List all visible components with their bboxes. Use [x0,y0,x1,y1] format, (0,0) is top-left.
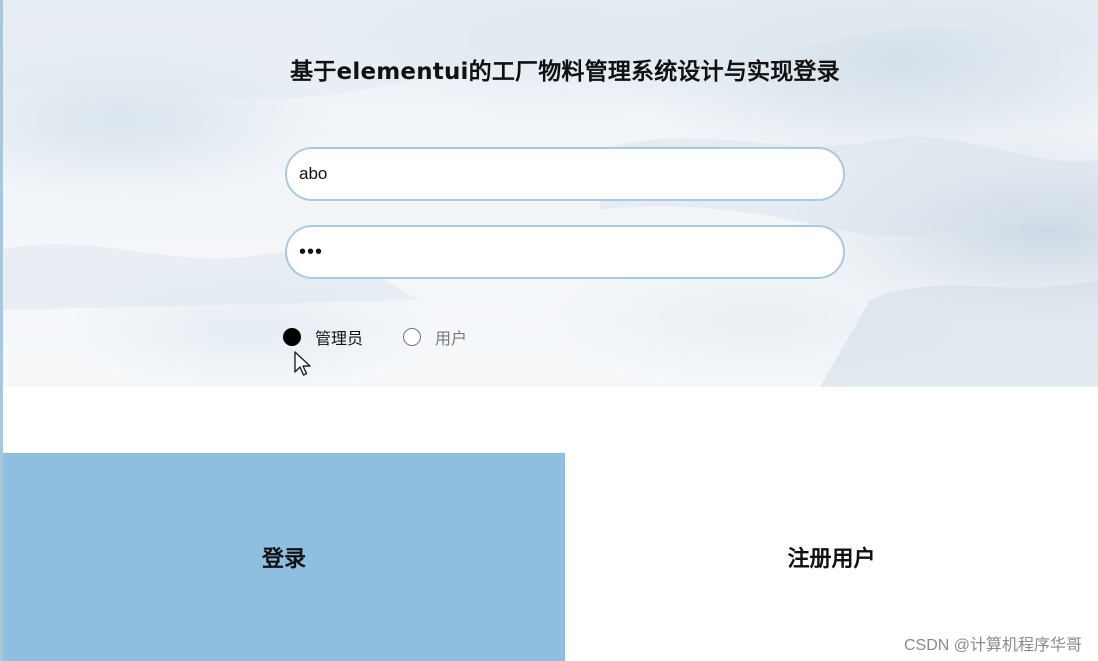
role-radio-admin-label: 管理员 [315,329,364,348]
role-radio-admin[interactable]: 管理员 [283,325,363,349]
register-button[interactable]: 注册用户 [565,453,1098,661]
login-page: 基于elementui的工厂物料管理系统设计与实现登录 管理员 用户 登录 注册… [0,0,1098,661]
role-radio-user-label: 用户 [435,329,468,348]
register-button-label: 注册用户 [787,547,876,572]
radio-checked-icon [283,328,301,346]
role-radio-group: 管理员 用户 [283,326,467,348]
login-button[interactable]: 登录 [3,453,565,661]
login-button-label: 登录 [261,547,306,572]
username-input[interactable] [285,147,845,201]
role-radio-user[interactable]: 用户 [403,325,467,349]
csdn-watermark: CSDN @计算机程序华哥 [903,637,1082,654]
radio-unchecked-icon [403,328,422,346]
page-title: 基于elementui的工厂物料管理系统设计与实现登录 [290,59,840,85]
password-input[interactable] [285,225,845,279]
mouse-pointer-icon [294,351,311,376]
